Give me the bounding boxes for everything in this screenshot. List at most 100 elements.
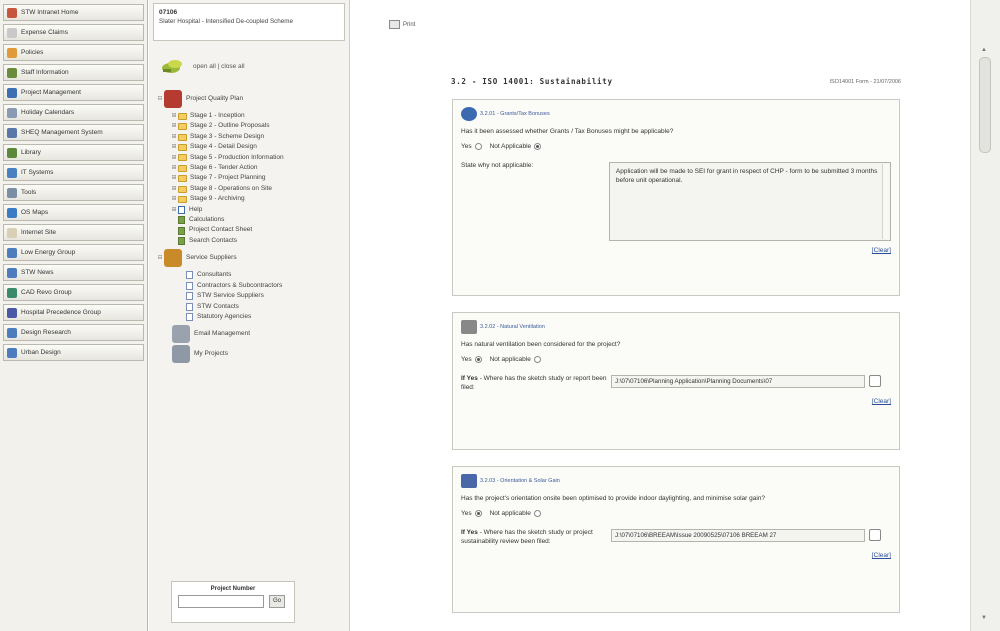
nav-item[interactable]: Tools — [3, 184, 144, 201]
tree-node[interactable]: ⊟ Project Quality Plan — [149, 90, 349, 108]
yes-radio[interactable] — [474, 356, 482, 363]
file-path-input[interactable]: J:\07\07106\Planning Application\Plannin… — [611, 375, 865, 388]
expand-toggle-icon[interactable]: ⊞ — [171, 194, 177, 204]
card-tag: 3.2.02 - Natural Ventilation — [480, 324, 545, 330]
go-button[interactable]: Go — [268, 595, 285, 608]
tree-node[interactable]: ⊞ Stage 2 - Outline Proposals — [149, 121, 349, 131]
nav-item[interactable]: Hospital Precedence Group — [3, 304, 144, 321]
tree-node[interactable]: Statutory Agencies — [149, 312, 349, 322]
nav-item[interactable]: Urban Design — [3, 344, 144, 361]
expand-toggle-icon[interactable]: ⊞ — [171, 184, 177, 194]
nav-item-label: Internet Site — [21, 229, 57, 236]
print-button[interactable]: Print — [389, 20, 415, 29]
tree-node[interactable]: Search Contacts — [149, 236, 349, 246]
card-tag: 3.2.01 - Grants/Tax Bonuses — [480, 111, 550, 117]
expand-toggle-icon[interactable]: ⊞ — [171, 153, 177, 163]
nav-item[interactable]: CAD Revo Group — [3, 284, 144, 301]
tree-node[interactable]: Project Contact Sheet — [149, 225, 349, 235]
browse-button[interactable] — [869, 529, 881, 541]
tree-node[interactable]: ⊞ Stage 5 - Production Information — [149, 153, 349, 163]
tree-node[interactable]: Consultants — [149, 270, 349, 280]
nav-item[interactable]: IT Systems — [3, 164, 144, 181]
nav-item[interactable]: Policies — [3, 44, 144, 61]
tree-node[interactable]: My Projects — [149, 345, 349, 364]
tree-node[interactable]: Email Management — [149, 325, 349, 344]
folder-icon — [178, 195, 187, 203]
tree-node-label: Stage 2 - Outline Proposals — [190, 122, 270, 130]
nav-item[interactable]: Holiday Calendars — [3, 104, 144, 121]
tree-node[interactable]: STW Service Suppliers — [149, 291, 349, 301]
tree-node[interactable]: ⊟ Service Suppliers — [149, 249, 349, 268]
tree-node-label: Contractors & Subcontractors — [197, 281, 283, 289]
scroll-down-arrow-icon[interactable]: ▼ — [981, 615, 987, 621]
nav-item-label: OS Maps — [21, 209, 49, 216]
yes-radio[interactable] — [474, 510, 482, 517]
tree-node[interactable]: ⊞ Help — [149, 205, 349, 215]
tree-node[interactable]: ⊞ Stage 6 - Tender Action — [149, 163, 349, 173]
tree-node[interactable]: ⊞ Stage 4 - Detail Design — [149, 142, 349, 152]
clear-link[interactable]: [Clear] — [461, 247, 891, 254]
tree-node[interactable]: Contractors & Subcontractors — [149, 281, 349, 291]
page-scrollbar[interactable]: ▲ ▼ — [970, 0, 1000, 631]
print-label: Print — [403, 21, 416, 28]
not-applicable-radio[interactable] — [533, 510, 541, 517]
tree-node[interactable]: ⊞ Stage 3 - Scheme Design — [149, 132, 349, 142]
clear-link[interactable]: [Clear] — [461, 398, 891, 405]
reason-textarea[interactable]: Application will be made to SEI for gran… — [608, 162, 891, 241]
yes-radio[interactable] — [474, 143, 482, 150]
expand-toggle-icon[interactable]: ⊞ — [171, 132, 177, 142]
expand-toggle-icon[interactable]: ⊞ — [171, 111, 177, 121]
nav-item[interactable]: Expense Claims — [3, 24, 144, 41]
answer-options: Yes Not applicable — [461, 356, 891, 363]
nav-item[interactable]: Project Management — [3, 84, 144, 101]
project-number-input[interactable] — [178, 595, 264, 608]
option-not-applicable-label: Not applicable — [489, 510, 531, 517]
nav-item[interactable]: STW Intranet Home — [3, 4, 144, 21]
scroll-up-arrow-icon[interactable]: ▲ — [981, 47, 987, 53]
nav-item-label: Staff Information — [21, 69, 69, 76]
question-card: 3.2.02 - Natural Ventilation Has natural … — [452, 312, 900, 450]
nav-item-label: Expense Claims — [21, 29, 68, 36]
nav-item[interactable]: Internet Site — [3, 224, 144, 241]
tree-node[interactable]: STW Contacts — [149, 302, 349, 312]
tree-node-label: Stage 5 - Production Information — [190, 153, 284, 161]
nav-item[interactable]: OS Maps — [3, 204, 144, 221]
folder-icon — [178, 143, 187, 151]
nav-item[interactable]: Staff Information — [3, 64, 144, 81]
nav-item-label: CAD Revo Group — [21, 289, 72, 296]
nav-item[interactable]: STW News — [3, 264, 144, 281]
nav-item[interactable]: SHEQ Management System — [3, 124, 144, 141]
expand-toggle-icon[interactable]: ⊟ — [157, 253, 163, 263]
not-applicable-radio[interactable] — [533, 356, 541, 363]
expand-toggle-icon[interactable]: ⊞ — [171, 142, 177, 152]
clear-link[interactable]: [Clear] — [461, 552, 891, 559]
open-close-all-link[interactable]: open all | close all — [193, 63, 245, 70]
file-path-input[interactable]: J:\07\07106\BREEAM\Issue 20090525\07106 … — [611, 529, 865, 542]
nav-item[interactable]: Low Energy Group — [3, 244, 144, 261]
tree-node[interactable]: ⊞ Stage 1 - Inception — [149, 111, 349, 121]
tree-node[interactable]: ⊞ Stage 7 - Project Planning — [149, 173, 349, 183]
not-applicable-radio[interactable] — [534, 143, 542, 150]
browse-button[interactable] — [869, 375, 881, 387]
tree-toggle-icon[interactable] — [161, 57, 183, 75]
tree-node[interactable]: Calculations — [149, 215, 349, 225]
expand-toggle-icon[interactable]: ⊞ — [171, 163, 177, 173]
nav-item[interactable]: Design Research — [3, 324, 144, 341]
help-icon — [178, 205, 185, 214]
expand-toggle-icon[interactable]: ⊞ — [171, 173, 177, 183]
folder-icon — [178, 123, 187, 131]
expand-toggle-icon[interactable]: ⊟ — [157, 94, 163, 104]
textarea-scrollbar[interactable] — [882, 164, 889, 239]
tree-node-label: STW Service Suppliers — [197, 292, 264, 300]
nav-item-label: Library — [21, 149, 41, 156]
answer-field-label: State why not applicable: — [461, 162, 609, 171]
tree-node[interactable]: ⊞ Stage 8 - Operations on Site — [149, 184, 349, 194]
scrollbar-thumb[interactable] — [979, 57, 991, 153]
tree-node[interactable]: ⊞ Stage 9 - Archiving — [149, 194, 349, 204]
expand-toggle-icon[interactable]: ⊞ — [171, 205, 177, 215]
expand-toggle-icon[interactable]: ⊞ — [171, 121, 177, 131]
nav-item[interactable]: Library — [3, 144, 144, 161]
nav-item-label: Low Energy Group — [21, 249, 76, 256]
nav-item-label: Project Management — [21, 89, 81, 96]
card-header: 3.2.01 - Grants/Tax Bonuses — [461, 106, 891, 122]
